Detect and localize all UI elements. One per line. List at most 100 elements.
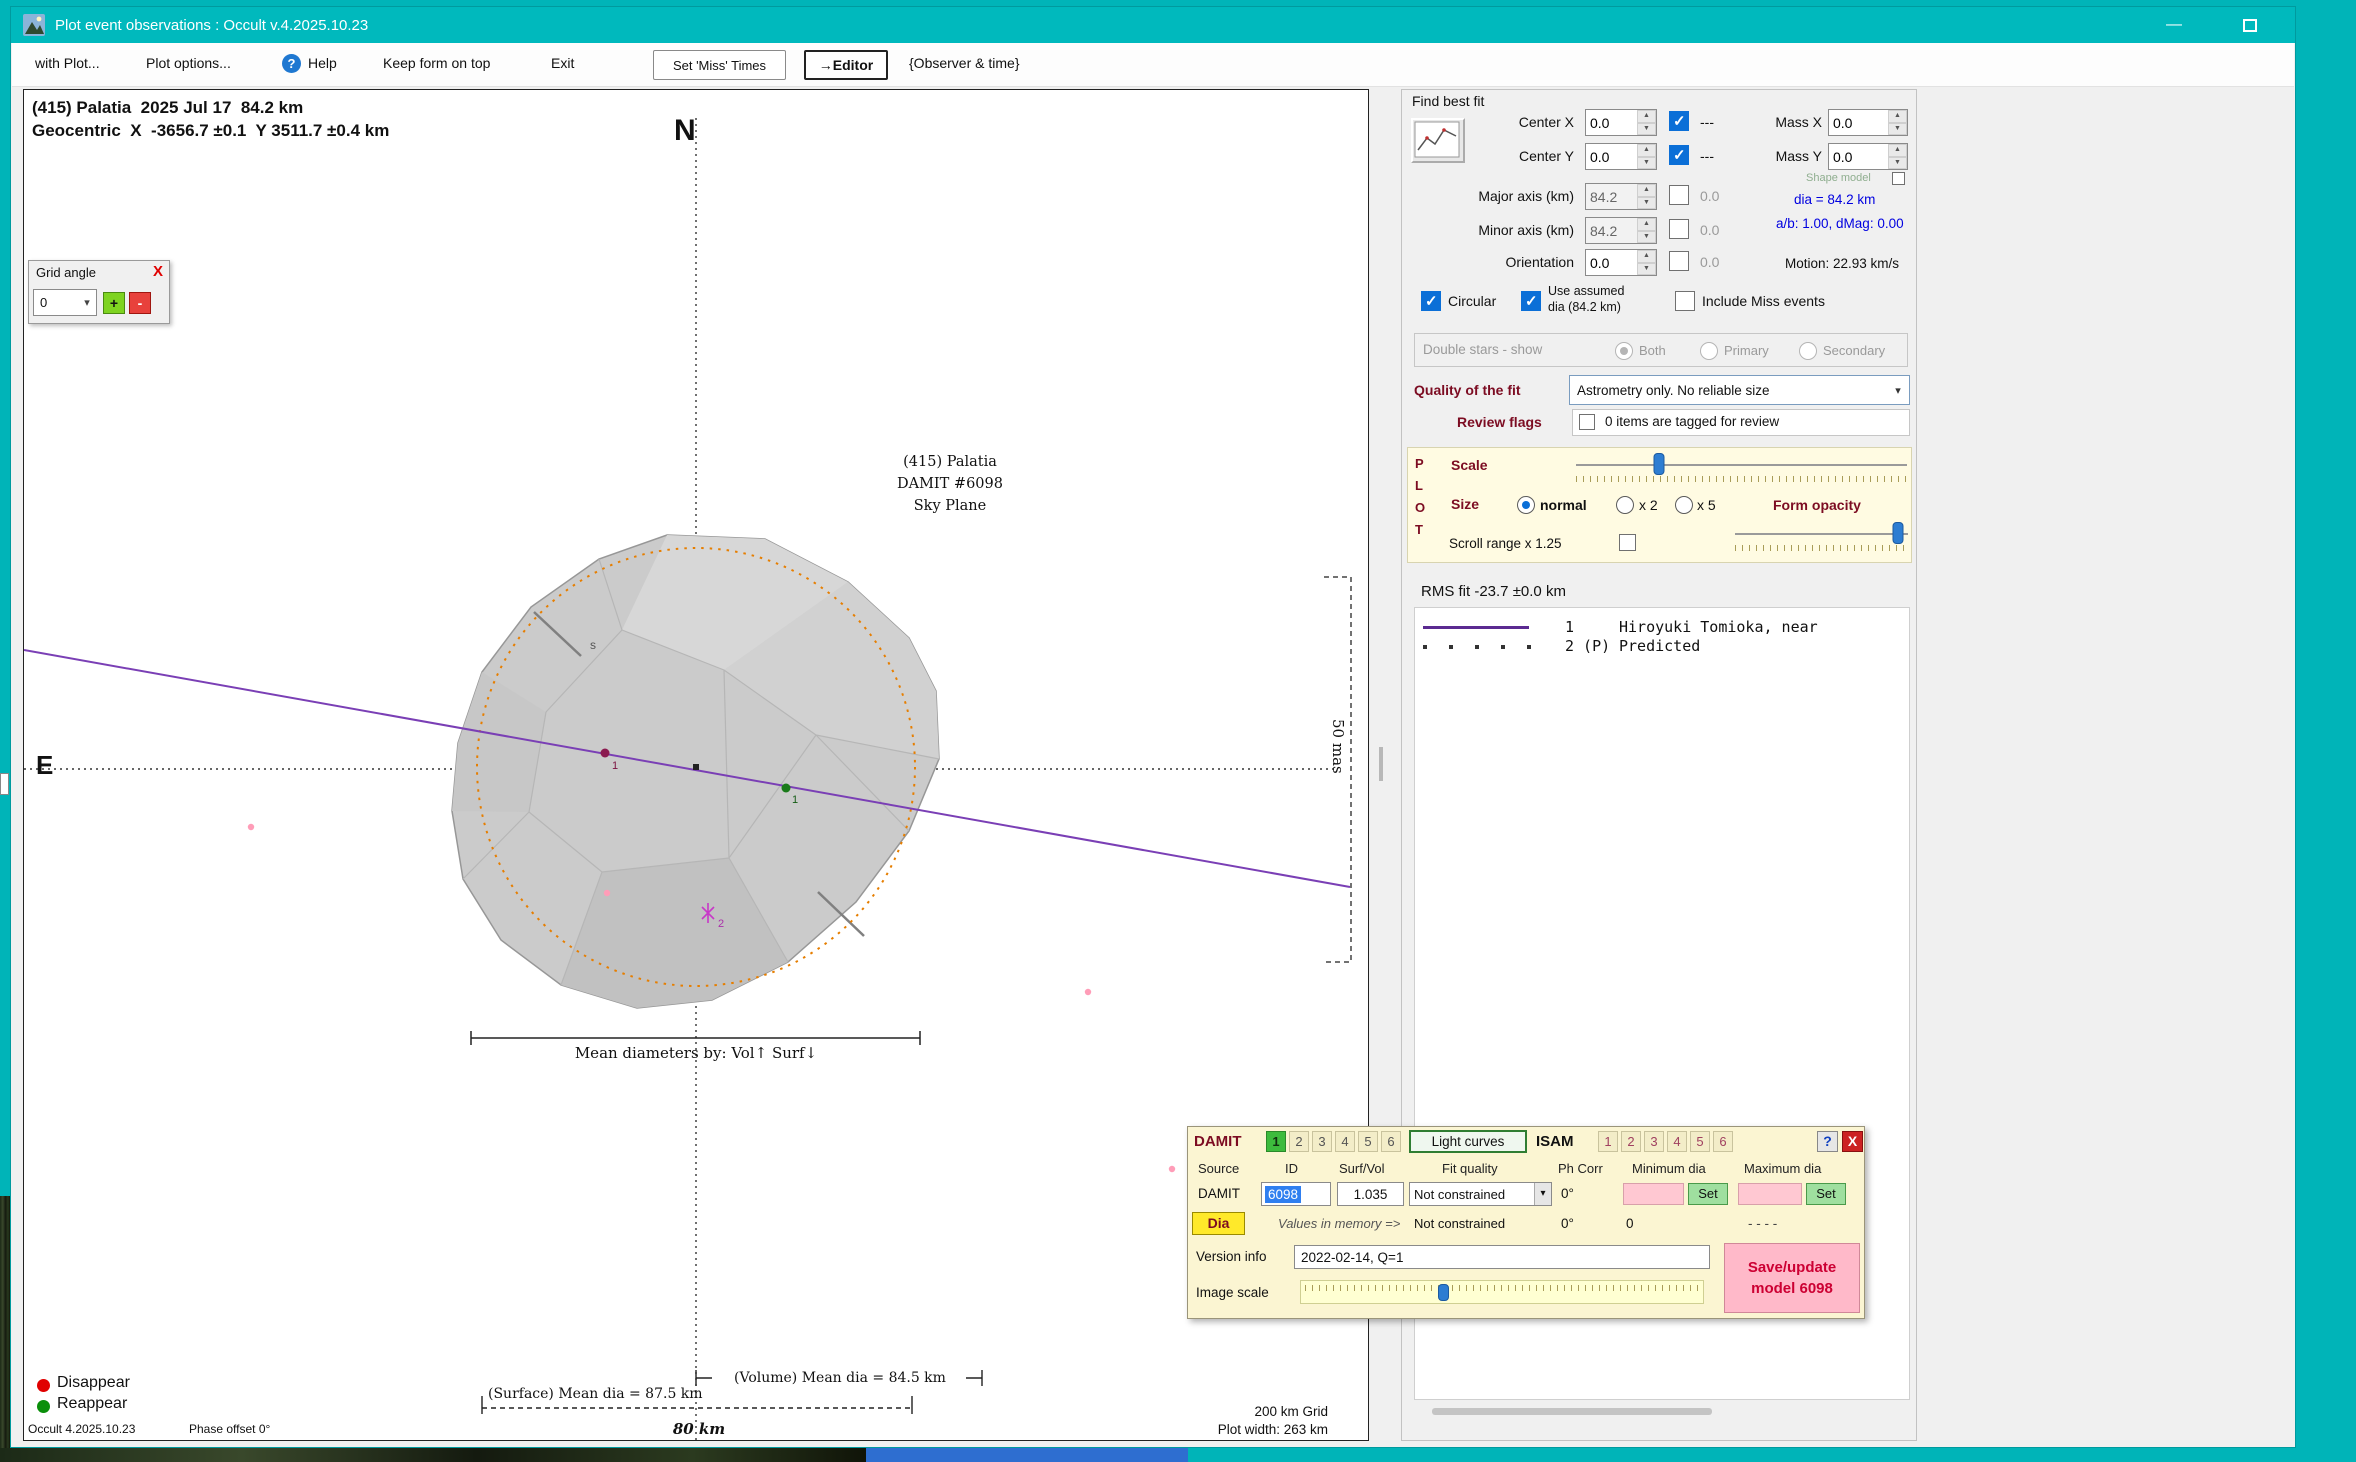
review-flags-checkbox[interactable]	[1579, 414, 1595, 430]
center-x-spinner[interactable]: ▲▼	[1585, 109, 1657, 136]
fit-quality-dropdown[interactable]: Not constrained ▾	[1409, 1182, 1552, 1206]
titlebar[interactable]: Plot event observations : Occult v.4.202…	[11, 7, 2295, 43]
orientation-spinner[interactable]: ▲▼	[1585, 249, 1657, 276]
image-scale-thumb[interactable]	[1438, 1284, 1449, 1301]
minor-axis-checkbox[interactable]	[1669, 219, 1689, 239]
major-axis-input[interactable]	[1586, 184, 1637, 209]
scale-slider-thumb[interactable]	[1653, 453, 1664, 475]
mass-y-spin-buttons[interactable]: ▲▼	[1888, 144, 1907, 169]
center-x-checkbox[interactable]	[1669, 111, 1689, 131]
double-stars-secondary-radio[interactable]	[1799, 342, 1817, 360]
version-info-field[interactable]: 2022-02-14, Q=1	[1294, 1245, 1710, 1269]
menu-plot-options[interactable]: Plot options...	[146, 55, 231, 71]
fit-chart-button[interactable]	[1411, 118, 1465, 163]
form-opacity-slider-thumb[interactable]	[1892, 522, 1903, 544]
observer2-name[interactable]: Predicted	[1619, 637, 1700, 655]
light-curves-button[interactable]: Light curves	[1409, 1130, 1527, 1153]
isam-tab-1[interactable]: 1	[1598, 1131, 1618, 1152]
observer1-name[interactable]: Hiroyuki Tomioka, near	[1619, 618, 1818, 636]
orientation-spin-buttons[interactable]: ▲▼	[1637, 250, 1656, 275]
isam-tab-6[interactable]: 6	[1713, 1131, 1733, 1152]
grid-angle-select[interactable]: 0 ▾	[33, 289, 97, 316]
damit-close-button[interactable]: X	[1842, 1131, 1863, 1152]
menu-help[interactable]: Help	[308, 55, 337, 71]
damit-tab-5[interactable]: 5	[1358, 1131, 1378, 1152]
editor-button[interactable]: →Editor	[804, 50, 888, 80]
center-x-spin-buttons[interactable]: ▲▼	[1637, 110, 1656, 135]
minor-axis-input[interactable]	[1586, 218, 1637, 243]
include-miss-checkbox[interactable]	[1675, 291, 1695, 311]
isam-tab-3[interactable]: 3	[1644, 1131, 1664, 1152]
surfvol-field[interactable]: 1.035	[1337, 1182, 1404, 1206]
center-y-input[interactable]	[1586, 144, 1637, 169]
size-x2-radio[interactable]	[1616, 496, 1634, 514]
menu-exit[interactable]: Exit	[551, 55, 574, 71]
mass-y-input[interactable]	[1829, 144, 1888, 169]
mass-x-input[interactable]	[1829, 110, 1888, 135]
form-opacity-slider-track[interactable]	[1735, 533, 1908, 535]
image-scale-slider[interactable]	[1300, 1280, 1704, 1304]
orientation-checkbox[interactable]	[1669, 251, 1689, 271]
minor-axis-spinner[interactable]: ▲▼	[1585, 217, 1657, 244]
scale-slider-track[interactable]	[1576, 464, 1907, 466]
damit-tab-6[interactable]: 6	[1381, 1131, 1401, 1152]
major-axis-checkbox[interactable]	[1669, 185, 1689, 205]
use-assumed-checkbox[interactable]	[1521, 291, 1541, 311]
set-miss-times-button[interactable]: Set 'Miss' Times	[653, 50, 786, 80]
min-dia-field[interactable]	[1623, 1183, 1684, 1205]
maximize-button[interactable]	[2235, 12, 2265, 38]
orientation-input[interactable]	[1586, 250, 1637, 275]
max-dia-field[interactable]	[1738, 1183, 1802, 1205]
size-normal-radio[interactable]	[1517, 496, 1535, 514]
minimize-button[interactable]: —	[2159, 12, 2189, 38]
isam-tab-5[interactable]: 5	[1690, 1131, 1710, 1152]
size-x5-radio[interactable]	[1675, 496, 1693, 514]
double-stars-both-radio[interactable]	[1615, 342, 1633, 360]
reappear-marker[interactable]	[782, 784, 791, 793]
help-icon[interactable]: ?	[282, 54, 301, 73]
mass-x-spinner[interactable]: ▲▼	[1828, 109, 1908, 136]
max-dia-set-button[interactable]: Set	[1806, 1183, 1846, 1205]
isam-tab-2[interactable]: 2	[1621, 1131, 1641, 1152]
damit-tab-3[interactable]: 3	[1312, 1131, 1332, 1152]
disappear-legend-label: Disappear	[57, 1374, 130, 1392]
double-stars-primary-radio[interactable]	[1700, 342, 1718, 360]
grid-angle-minus-button[interactable]: -	[129, 292, 151, 314]
damit-tab-4[interactable]: 4	[1335, 1131, 1355, 1152]
shape-caption-line3: Sky Plane	[840, 498, 1060, 514]
grid-angle-plus-button[interactable]: +	[103, 292, 125, 314]
major-axis-spin-buttons[interactable]: ▲▼	[1637, 184, 1656, 209]
major-axis-spinner[interactable]: ▲▼	[1585, 183, 1657, 210]
mass-x-spin-buttons[interactable]: ▲▼	[1888, 110, 1907, 135]
scroll-range-checkbox[interactable]	[1619, 534, 1636, 551]
horizontal-scrollbar[interactable]	[1432, 1408, 1712, 1415]
damit-tab-2[interactable]: 2	[1289, 1131, 1309, 1152]
plot-canvas[interactable]: (415) Palatia 2025 Jul 17 84.2 km Geocen…	[23, 89, 1369, 1441]
scale-slider[interactable]	[1576, 452, 1907, 476]
menu-with-plot[interactable]: with Plot...	[35, 55, 100, 71]
model-id-field[interactable]: 6098	[1261, 1182, 1331, 1206]
damit-tab-1[interactable]: 1	[1266, 1131, 1286, 1152]
minor-axis-spin-buttons[interactable]: ▲▼	[1637, 218, 1656, 243]
quality-dropdown[interactable]: Astrometry only. No reliable size ▾	[1569, 375, 1910, 405]
center-y-spin-buttons[interactable]: ▲▼	[1637, 144, 1656, 169]
disappear-marker[interactable]	[601, 749, 610, 758]
shape-model-checkbox[interactable]	[1892, 172, 1905, 185]
mass-y-spinner[interactable]: ▲▼	[1828, 143, 1908, 170]
menu-keep-on-top[interactable]: Keep form on top	[383, 55, 490, 71]
splitter-handle[interactable]	[1379, 747, 1383, 781]
dia-button[interactable]: Dia	[1192, 1212, 1245, 1235]
center-y-spinner[interactable]: ▲▼	[1585, 143, 1657, 170]
center-x-input[interactable]	[1586, 110, 1637, 135]
plot-letter-p: P	[1415, 456, 1424, 471]
app-icon	[23, 14, 45, 36]
isam-tab-4[interactable]: 4	[1667, 1131, 1687, 1152]
damit-help-button[interactable]: ?	[1817, 1131, 1838, 1152]
form-opacity-slider[interactable]	[1735, 522, 1908, 544]
plot-header-line1: (415) Palatia 2025 Jul 17 84.2 km	[32, 98, 303, 118]
circular-checkbox[interactable]	[1421, 291, 1441, 311]
center-y-checkbox[interactable]	[1669, 145, 1689, 165]
grid-angle-close-button[interactable]: X	[153, 263, 163, 280]
save-update-button[interactable]: Save/update model 6098	[1724, 1243, 1860, 1313]
min-dia-set-button[interactable]: Set	[1688, 1183, 1728, 1205]
